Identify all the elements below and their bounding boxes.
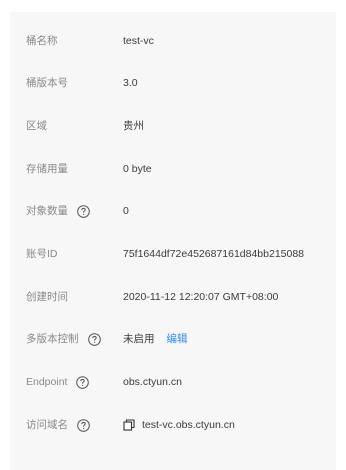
versioning-value-group: 未启用 编辑 (123, 332, 188, 346)
created-time-row: 创建时间 2020-11-12 12:20:07 GMT+08:00 (10, 287, 336, 307)
bucket-version-label: 桶版本号 (26, 77, 68, 89)
storage-used-value: 0 byte (123, 163, 152, 175)
account-id-value: 75f1644df72e452687161d84bb215088 (123, 248, 305, 260)
copy-icon[interactable] (123, 419, 135, 431)
bucket-name-label: 桶名称 (26, 35, 58, 47)
bucket-details-panel: 桶名称 test-vc 桶版本号 3.0 区域 贵州 存储用量 0 byte 对… (10, 12, 336, 470)
account-id-label: 账号ID (26, 248, 58, 260)
endpoint-label-group: Endpoint (26, 375, 90, 389)
storage-used-row: 存储用量 0 byte (10, 159, 336, 179)
created-time-value: 2020-11-12 12:20:07 GMT+08:00 (123, 291, 279, 303)
bucket-version-value: 3.0 (123, 77, 138, 89)
domain-row: 访问域名 test-vc.obs.ctyun.cn (10, 415, 336, 435)
question-circle-icon[interactable] (76, 375, 90, 389)
region-value: 贵州 (123, 120, 144, 132)
region-label: 区域 (26, 120, 47, 132)
domain-value-group: test-vc.obs.ctyun.cn (123, 418, 235, 432)
versioning-edit-link[interactable]: 编辑 (167, 332, 188, 346)
object-count-row: 对象数量 0 (10, 201, 336, 221)
question-circle-icon[interactable] (77, 204, 90, 218)
domain-label: 访问域名 (26, 419, 68, 431)
endpoint-label: Endpoint (26, 376, 68, 388)
versioning-label-group: 多版本控制 (26, 332, 101, 346)
bucket-version-row: 桶版本号 3.0 (10, 73, 336, 93)
versioning-row: 多版本控制 未启用 编辑 (10, 329, 336, 349)
object-count-label: 对象数量 (26, 205, 68, 217)
region-row: 区域 贵州 (10, 116, 336, 136)
question-circle-icon[interactable] (77, 418, 90, 432)
bucket-name-row: 桶名称 test-vc (10, 31, 336, 51)
created-time-label: 创建时间 (26, 291, 68, 303)
object-count-label-group: 对象数量 (26, 204, 90, 218)
endpoint-row: Endpoint obs.ctyun.cn (10, 372, 336, 392)
endpoint-value: obs.ctyun.cn (123, 376, 182, 388)
domain-value: test-vc.obs.ctyun.cn (142, 419, 235, 431)
bucket-name-value: test-vc (123, 35, 154, 47)
domain-label-group: 访问域名 (26, 418, 90, 432)
versioning-label: 多版本控制 (26, 333, 79, 345)
object-count-value: 0 (123, 205, 129, 217)
versioning-status: 未启用 (123, 333, 155, 345)
account-id-row: 账号ID 75f1644df72e452687161d84bb215088 (10, 244, 336, 264)
storage-used-label: 存储用量 (26, 163, 68, 175)
question-circle-icon[interactable] (87, 332, 101, 346)
